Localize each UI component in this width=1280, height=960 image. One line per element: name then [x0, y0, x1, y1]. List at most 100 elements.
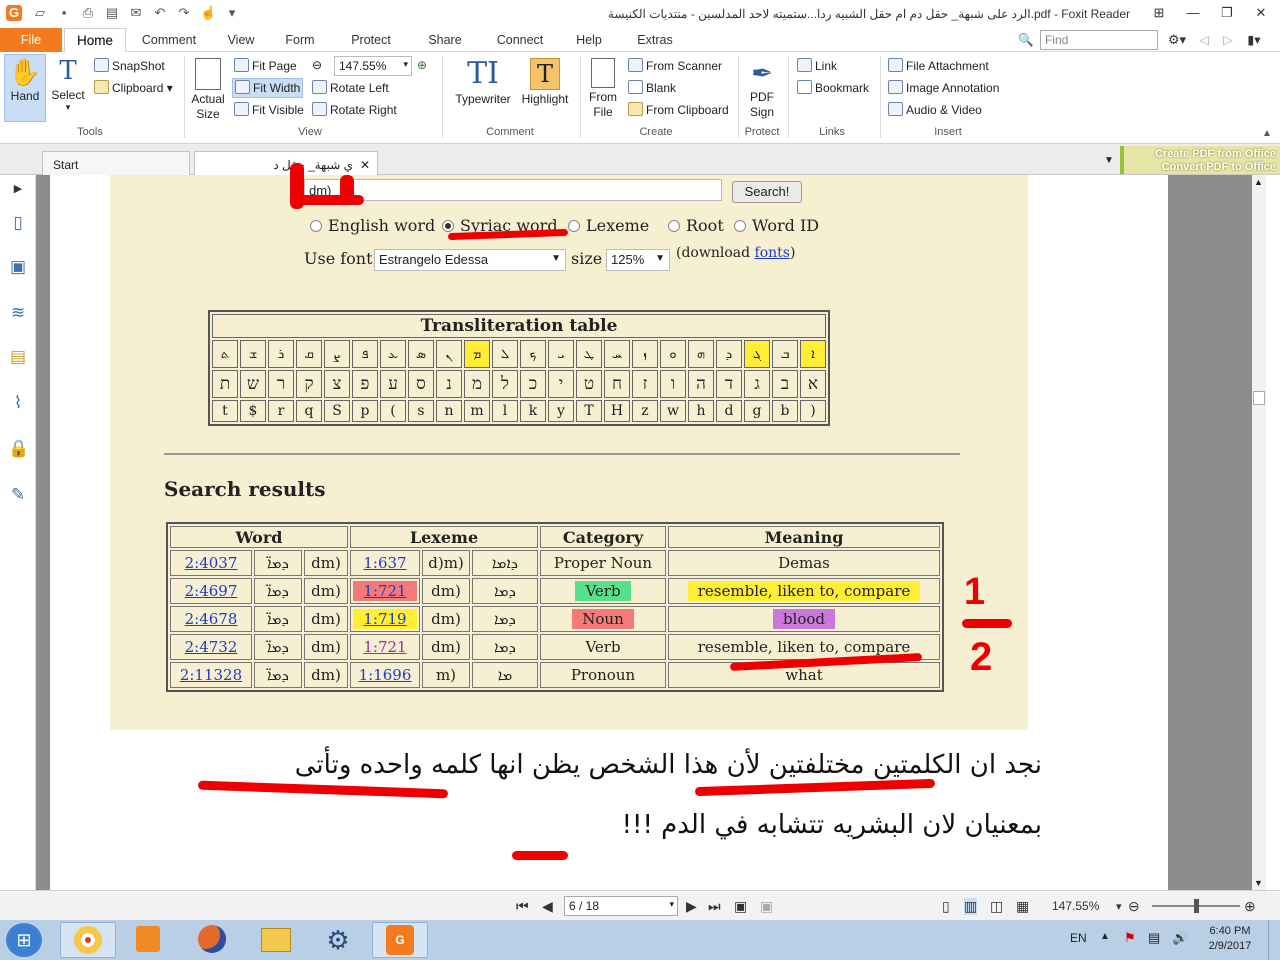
tab-list-dropdown-icon[interactable]: ▼ [1104, 155, 1114, 166]
zoom-dropdown-icon[interactable]: ▾ [1116, 900, 1122, 913]
scroll-up-icon[interactable]: ▲ [1254, 177, 1263, 187]
firefox-taskbar-icon[interactable] [184, 922, 240, 958]
first-page-icon[interactable]: ⏮ [516, 898, 529, 915]
from-scanner-button[interactable]: From Scanner [628, 58, 722, 74]
audio-video-button[interactable]: Audio & Video [888, 102, 982, 118]
tab-protect[interactable]: Protect [340, 28, 402, 52]
radio-word-id[interactable]: Word ID [734, 216, 819, 235]
minimize-button[interactable]: — [1176, 0, 1210, 26]
ad-banner[interactable]: Create PDF from Office Convert PDF to Of… [1120, 146, 1280, 174]
layers-panel-icon[interactable]: ▣ [8, 257, 28, 277]
zoom-in-icon[interactable]: ⊕ [1244, 898, 1256, 915]
word-id-cell-link[interactable]: 2:4037 [185, 554, 238, 572]
fit-page-button[interactable]: Fit Page [234, 58, 297, 74]
blank-button[interactable]: Blank [628, 80, 676, 96]
security-lock-icon[interactable]: 🔒 [8, 439, 29, 459]
fit-visible-button[interactable]: Fit Visible [234, 102, 304, 118]
facing-page-icon[interactable]: ◫ [990, 898, 1003, 915]
fit-width-button[interactable]: Fit Width [232, 78, 304, 98]
word-id-cell[interactable]: 2:11328 [170, 662, 252, 688]
action-center-icon[interactable]: ⚑ [1124, 930, 1136, 946]
tab-share[interactable]: Share [416, 28, 474, 52]
user-icon[interactable]: ▮▾ [1244, 28, 1264, 52]
tab-connect[interactable]: Connect [488, 28, 552, 52]
zoom-out-icon[interactable]: ⊖ [312, 57, 322, 73]
chrome-taskbar-icon[interactable] [60, 922, 116, 958]
comments-panel-icon[interactable]: ▤ [8, 347, 28, 367]
size-select[interactable]: 125% ▼ [606, 249, 670, 271]
font-select[interactable]: Estrangelo Edessa ▼ [374, 249, 566, 271]
close-tab-icon[interactable]: ✕ [360, 158, 370, 172]
snapshot-button[interactable]: SnapShot [94, 58, 165, 74]
tab-view[interactable]: View [214, 28, 268, 52]
tab-extras[interactable]: Extras [626, 28, 684, 52]
highlight-button[interactable]: T Highlight [518, 56, 572, 116]
tab-comment[interactable]: Comment [130, 28, 208, 52]
collapse-ribbon-icon[interactable]: ▲ [1262, 128, 1272, 139]
tab-start[interactable]: Start [42, 151, 190, 175]
lexeme-id-cell-link[interactable]: 1:721 [353, 581, 417, 601]
from-clipboard-button[interactable]: From Clipboard [628, 102, 729, 118]
file-attachment-button[interactable]: File Attachment [888, 58, 989, 74]
word-id-cell-link[interactable]: 2:4678 [185, 610, 238, 628]
zoom-slider-thumb[interactable] [1194, 899, 1199, 913]
last-page-icon[interactable]: ⏭ [708, 898, 721, 915]
tab-file[interactable]: File [0, 28, 62, 52]
rotate-left-button[interactable]: Rotate Left [312, 80, 389, 96]
find-settings-icon[interactable]: ⚙▾ [1162, 28, 1192, 52]
select-tool-button[interactable]: T Select ▾ [48, 54, 88, 122]
lexeme-id-cell-link[interactable]: 1:637 [363, 554, 406, 572]
tab-current-document[interactable]: ي شبهة_ حقل د [194, 151, 378, 175]
page-number-input[interactable]: 6 / 18 ▾ [564, 896, 678, 916]
media-player-taskbar-icon[interactable] [120, 922, 176, 958]
fonts-link[interactable]: fonts [755, 245, 790, 261]
signature-panel-icon[interactable]: ✎ [8, 485, 28, 505]
next-view-icon[interactable]: ▣ [760, 898, 773, 915]
find-next-icon[interactable]: ▷ [1220, 28, 1236, 52]
word-id-cell-link[interactable]: 2:4732 [185, 638, 238, 656]
settings-taskbar-icon[interactable]: ⚙ [310, 922, 366, 958]
find-input[interactable]: Find [1040, 30, 1158, 50]
radio-english-word[interactable]: English word [310, 216, 435, 235]
find-prev-icon[interactable]: ◁ [1196, 28, 1212, 52]
next-page-icon[interactable]: ▶ [686, 898, 697, 915]
scroll-down-icon[interactable]: ▼ [1254, 878, 1263, 888]
search-button[interactable]: Search! [732, 181, 802, 203]
pages-panel-icon[interactable]: ▯ [8, 213, 28, 233]
tab-help[interactable]: Help [566, 28, 612, 52]
lexeme-id-cell-link[interactable]: 1:721 [363, 638, 406, 656]
volume-icon[interactable]: 🔊 [1172, 930, 1188, 946]
lexeme-id-cell[interactable]: 1:721 [350, 578, 420, 604]
link-button[interactable]: Link [797, 58, 837, 74]
scroll-thumb[interactable] [1253, 391, 1265, 405]
clipboard-button[interactable]: Clipboard ▾ [94, 80, 173, 96]
actual-size-button[interactable]: Actual Size [190, 56, 226, 122]
lexeme-id-cell-link[interactable]: 1:719 [353, 609, 417, 629]
pdf-sign-button[interactable]: ✒ PDF Sign [742, 56, 782, 122]
zoom-select[interactable]: 147.55% ▾ [334, 56, 412, 76]
prev-page-icon[interactable]: ◀ [542, 898, 553, 915]
hand-tool-button[interactable]: ✋ Hand [4, 54, 46, 122]
lexeme-id-cell-link[interactable]: 1:1696 [359, 666, 412, 684]
start-button-icon[interactable]: ⊞ [6, 923, 42, 957]
continuous-page-icon[interactable]: ▥ [964, 898, 978, 915]
network-icon[interactable]: ▤ [1148, 930, 1160, 946]
zoom-out-icon[interactable]: ⊖ [1128, 898, 1140, 915]
stack-panel-icon[interactable]: ≋ [8, 303, 28, 323]
find-options-icon[interactable]: 🔍 [1016, 28, 1036, 52]
image-annotation-button[interactable]: Image Annotation [888, 80, 999, 96]
tab-form[interactable]: Form [274, 28, 326, 52]
vertical-scrollbar[interactable]: ▲ ▼ [1252, 175, 1266, 890]
from-file-button[interactable]: From File [586, 56, 620, 122]
bookmark-button[interactable]: Bookmark [797, 80, 869, 96]
foxit-taskbar-icon[interactable]: G [372, 922, 428, 958]
lexeme-id-cell[interactable]: 1:637 [350, 550, 420, 576]
document-viewport[interactable]: dm) Search! English word Syriac word Lex… [36, 163, 1266, 890]
clock[interactable]: 6:40 PM 2/9/2017 [1200, 924, 1260, 954]
explorer-taskbar-icon[interactable] [248, 922, 304, 958]
previous-view-icon[interactable]: ▣ [734, 898, 747, 915]
lexeme-id-cell[interactable]: 1:719 [350, 606, 420, 632]
radio-root[interactable]: Root [668, 216, 724, 235]
word-id-cell[interactable]: 2:4732 [170, 634, 252, 660]
zoom-in-icon[interactable]: ⊕ [417, 57, 427, 73]
